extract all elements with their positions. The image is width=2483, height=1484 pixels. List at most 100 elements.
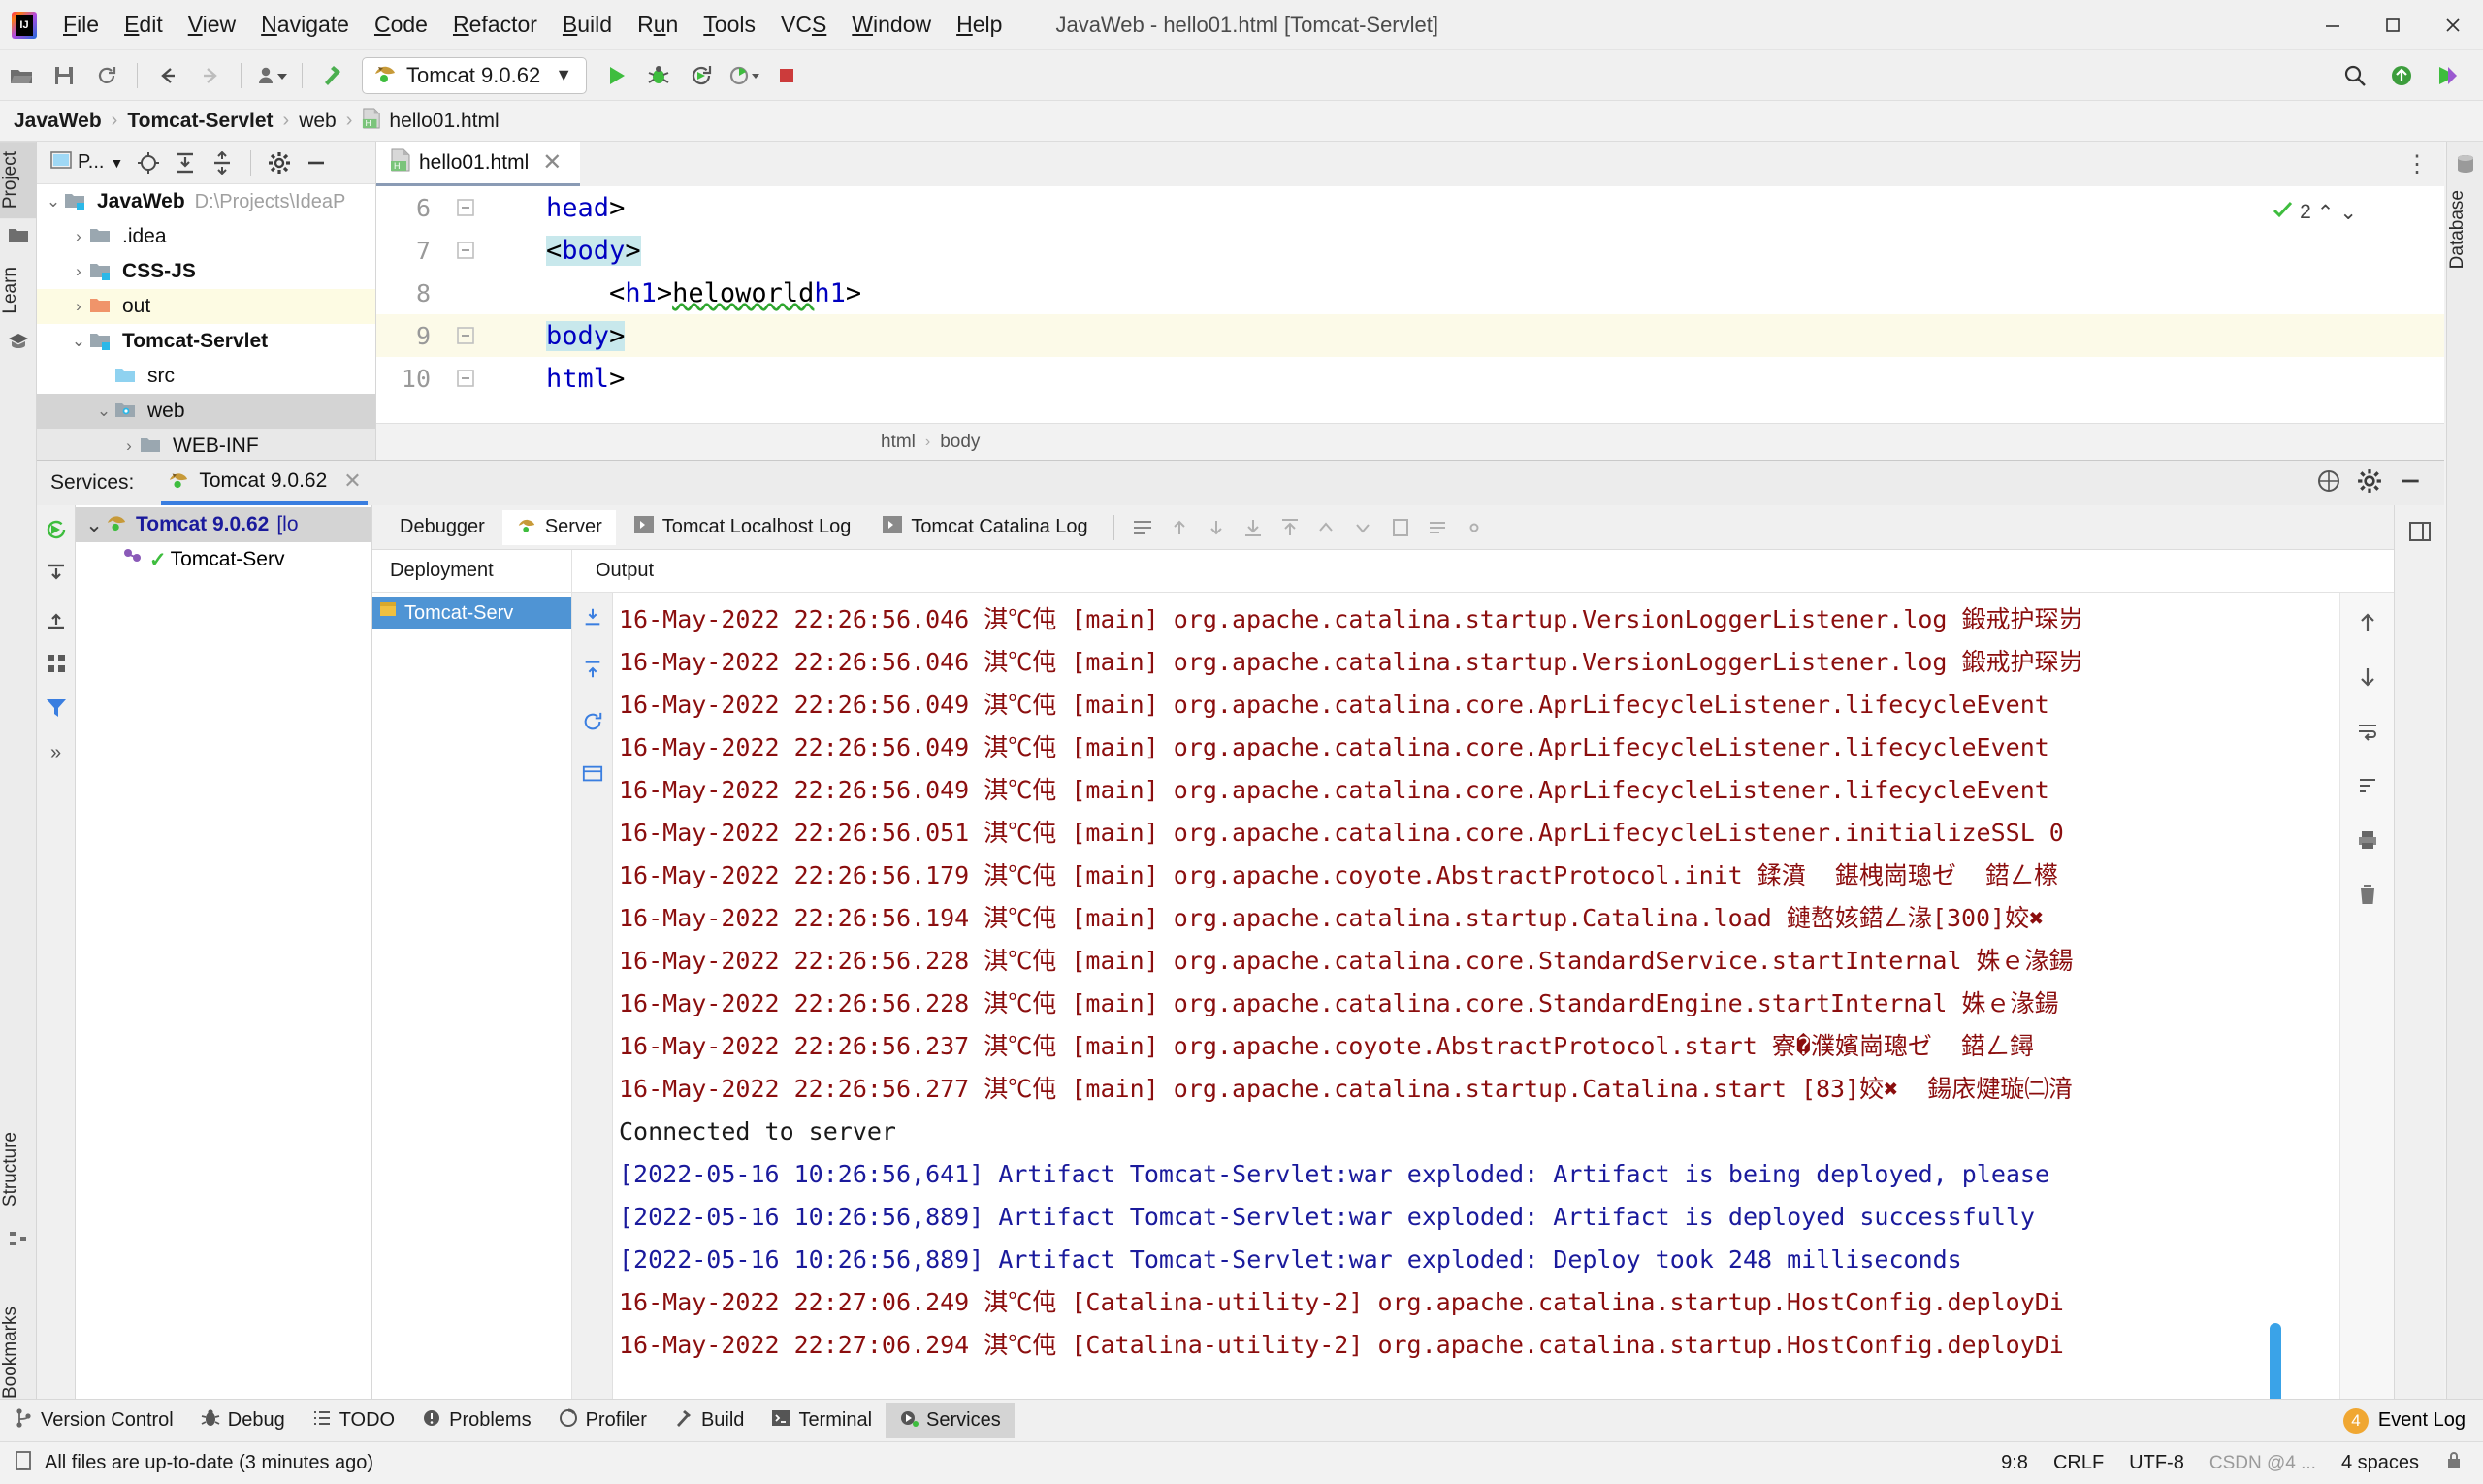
structure-icon[interactable] xyxy=(0,1222,37,1255)
chevron-right-icon[interactable]: › xyxy=(68,297,89,316)
search-everywhere-icon[interactable] xyxy=(2336,57,2374,94)
profile-dropdown-icon[interactable] xyxy=(252,57,291,94)
services-tree-root[interactable]: ⌄ Tomcat 9.0.62 [lo xyxy=(76,507,371,542)
console-output[interactable]: 16-May-2022 22:26:56.046 淇℃伅 [main] org.… xyxy=(613,593,2339,1439)
restart-icon[interactable] xyxy=(574,705,611,738)
database-icon[interactable] xyxy=(2447,147,2483,180)
menu-edit[interactable]: Edit xyxy=(112,8,176,42)
scroll-up-icon[interactable] xyxy=(1163,512,1196,543)
chevron-down-icon[interactable]: ⌄ xyxy=(83,513,105,537)
chevron-right-icon[interactable]: › xyxy=(68,262,89,281)
print-icon[interactable] xyxy=(2349,823,2386,856)
hide-panel-icon[interactable] xyxy=(299,146,334,179)
indent-setting[interactable]: 4 spaces xyxy=(2341,1452,2419,1474)
caret-position[interactable]: 9:8 xyxy=(2001,1452,2028,1474)
fold-marker-icon[interactable] xyxy=(448,325,483,346)
close-icon[interactable]: ✕ xyxy=(343,468,361,494)
clear-icon[interactable] xyxy=(1421,512,1454,543)
graduation-cap-icon[interactable] xyxy=(0,324,37,357)
menu-code[interactable]: Code xyxy=(362,8,440,42)
minimize-button[interactable] xyxy=(2303,0,2363,50)
project-folder-icon[interactable] xyxy=(0,218,37,251)
chevron-down-icon[interactable]: ▼ xyxy=(555,65,572,85)
down-icon[interactable] xyxy=(1347,512,1380,543)
tool-window-problems[interactable]: Problems xyxy=(408,1403,544,1438)
down-arrow-icon[interactable] xyxy=(2349,661,2386,694)
settings-gear-icon[interactable] xyxy=(2357,468,2382,499)
soft-wrap-icon[interactable] xyxy=(1126,512,1159,543)
event-log-group[interactable]: 4 Event Log xyxy=(2342,1407,2483,1434)
maximize-button[interactable] xyxy=(2363,0,2423,50)
up-arrow-icon[interactable] xyxy=(2349,606,2386,639)
menu-run[interactable]: Run xyxy=(625,8,691,42)
project-view-selector[interactable]: P... ▼ xyxy=(45,149,129,177)
locate-target-icon[interactable] xyxy=(131,146,166,179)
file-encoding[interactable]: UTF-8 xyxy=(2129,1452,2184,1474)
collapse-all-icon[interactable] xyxy=(205,146,240,179)
ide-assistant-icon[interactable] xyxy=(2429,57,2467,94)
run-icon[interactable] xyxy=(597,57,635,94)
menu-vcs[interactable]: VCS xyxy=(768,8,839,42)
rerun-icon[interactable] xyxy=(682,57,721,94)
menu-build[interactable]: Build xyxy=(550,8,625,42)
services-tab-tomcat-catalina-log[interactable]: Tomcat Catalina Log xyxy=(868,509,1101,546)
tab-hello01-html[interactable]: H hello01.html ✕ xyxy=(376,142,580,186)
deployment-artifact-item[interactable]: Tomcat-Serv xyxy=(372,597,571,629)
back-arrow-icon[interactable] xyxy=(148,57,187,94)
tool-window-build[interactable]: Build xyxy=(661,1403,758,1438)
save-icon[interactable] xyxy=(45,57,83,94)
sidebar-item-database[interactable]: Database xyxy=(2447,180,2483,278)
tree-node-web[interactable]: ⌄ web xyxy=(37,394,375,429)
editor-options-icon[interactable]: ⋮ xyxy=(2405,150,2444,178)
sidebar-item-bookmarks[interactable]: Bookmarks xyxy=(0,1297,37,1408)
help-icon[interactable] xyxy=(2316,468,2341,499)
chevron-down-icon[interactable]: ⌄ xyxy=(68,332,89,351)
sidebar-item-structure[interactable]: Structure xyxy=(0,1122,37,1216)
layout-icon[interactable] xyxy=(2402,515,2438,548)
run-configuration-selector[interactable]: Tomcat 9.0.62 ▼ xyxy=(362,56,587,94)
group-icon[interactable] xyxy=(38,647,75,680)
more-icon[interactable]: » xyxy=(38,736,75,769)
breadcrumb-item-javaweb[interactable]: JavaWeb xyxy=(14,110,102,133)
filter-icon[interactable] xyxy=(38,692,75,725)
sort-icon[interactable] xyxy=(2349,769,2386,802)
up-icon[interactable] xyxy=(1310,512,1343,543)
expand-all-icon[interactable] xyxy=(168,146,203,179)
chevron-down-icon[interactable]: ⌄ xyxy=(2339,201,2357,225)
inspection-widget[interactable]: 2 ⌃ ⌄ xyxy=(2273,200,2357,225)
forward-arrow-icon[interactable] xyxy=(191,57,230,94)
menu-help[interactable]: Help xyxy=(944,8,1015,42)
tool-window-terminal[interactable]: Terminal xyxy=(758,1403,886,1438)
breadcrumb-item-hello01-html[interactable]: hello01.html xyxy=(389,110,499,133)
menu-tools[interactable]: Tools xyxy=(691,8,768,42)
menu-navigate[interactable]: Navigate xyxy=(248,8,362,42)
tree-node--idea[interactable]: › .idea xyxy=(37,219,375,254)
menu-view[interactable]: View xyxy=(176,8,248,42)
fold-marker-icon[interactable] xyxy=(448,368,483,389)
collapse-all-icon[interactable] xyxy=(38,602,75,635)
tool-window-version-control[interactable]: Version Control xyxy=(0,1403,187,1439)
build-hammer-icon[interactable] xyxy=(313,57,352,94)
scroll-down-icon[interactable] xyxy=(1200,512,1233,543)
breadcrumb-item-web[interactable]: web xyxy=(299,110,337,133)
services-tab-tomcat-localhost-log[interactable]: Tomcat Localhost Log xyxy=(620,509,865,546)
tree-node-src[interactable]: src xyxy=(37,359,375,394)
close-icon[interactable]: ✕ xyxy=(542,148,562,177)
chevron-right-icon[interactable]: › xyxy=(118,436,140,456)
fold-marker-icon[interactable] xyxy=(448,197,483,218)
breadcrumb-item-tomcat-servlet[interactable]: Tomcat-Servlet xyxy=(127,110,273,133)
expand-all-icon[interactable] xyxy=(38,558,75,591)
services-tab-tomcat[interactable]: Tomcat 9.0.62 ✕ xyxy=(161,461,368,505)
tool-window-todo[interactable]: TODO xyxy=(299,1403,408,1438)
tree-node-web-inf[interactable]: › WEB-INF xyxy=(37,429,375,460)
services-tab-debugger[interactable]: Debugger xyxy=(386,510,499,544)
tree-node-javaweb[interactable]: ⌄ JavaWeb D:\Projects\IdeaP xyxy=(37,184,375,219)
chevron-down-icon[interactable]: ⌄ xyxy=(93,402,114,421)
debug-icon[interactable] xyxy=(639,57,678,94)
open-folder-icon[interactable] xyxy=(2,57,41,94)
rerun-icon[interactable] xyxy=(38,513,75,546)
tool-window-services[interactable]: Services xyxy=(886,1403,1015,1438)
undeploy-icon[interactable] xyxy=(574,653,611,686)
sidebar-item-project[interactable]: Project xyxy=(0,142,37,219)
vertical-scrollbar-thumb[interactable] xyxy=(2270,1323,2281,1410)
